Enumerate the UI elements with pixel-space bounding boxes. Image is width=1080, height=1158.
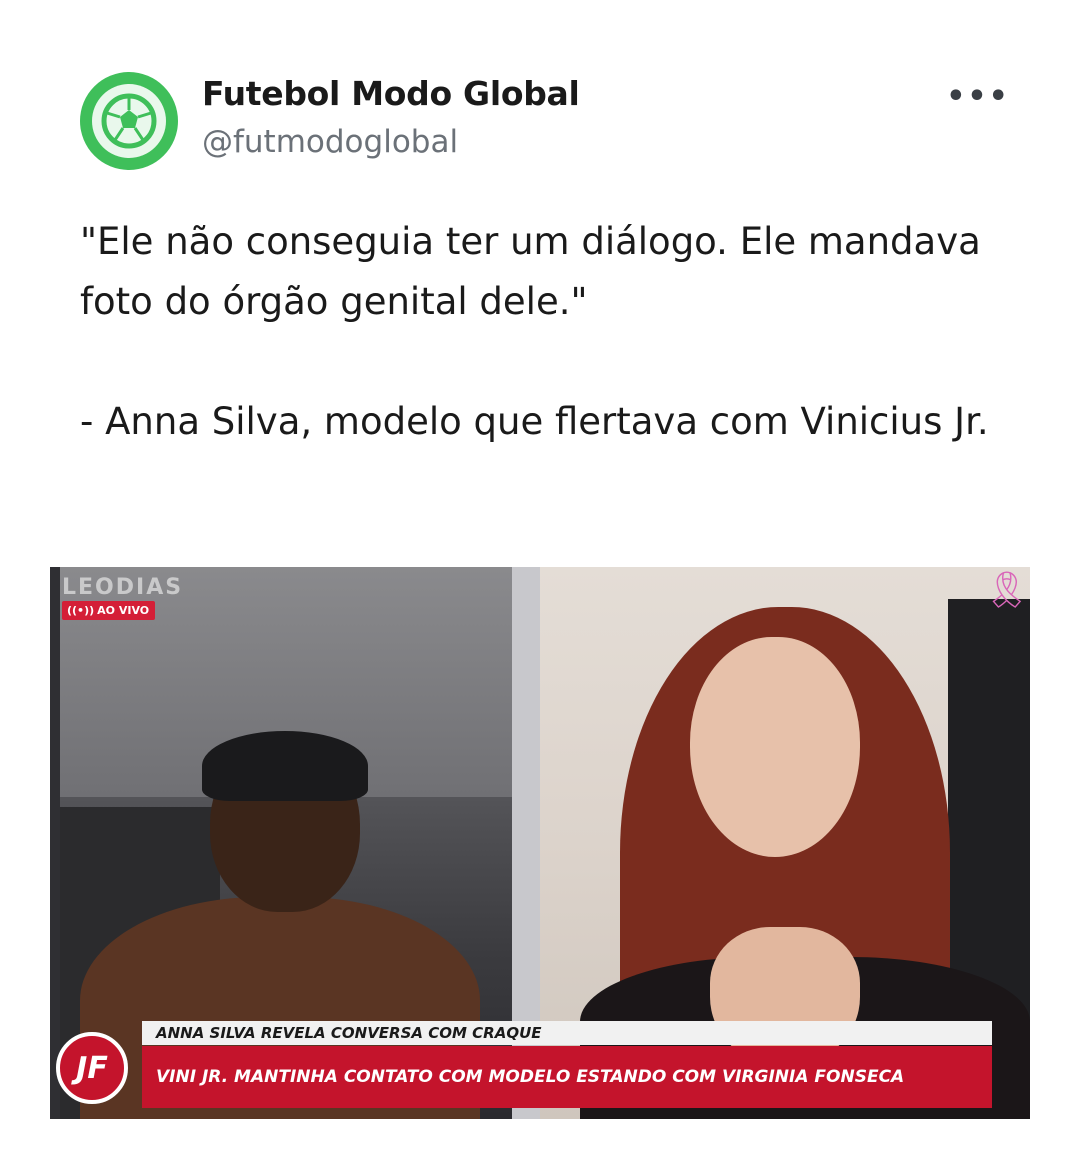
user-handle[interactable]: @futmodoglobal <box>202 124 458 160</box>
jf-logo: JF <box>56 1032 128 1104</box>
display-name[interactable]: Futebol Modo Global <box>202 74 580 113</box>
channel-logo: LEODIAS <box>62 575 184 600</box>
tweet-media-video[interactable]: LEODIAS ((•)) AO VIVO 🎗 ANNA SILVA REVEL… <box>50 567 1030 1119</box>
tweet-attribution: - Anna Silva, modelo que flertava com Vi… <box>80 400 989 443</box>
headline-top: ANNA SILVA REVELA CONVERSA COM CRAQUE <box>142 1021 992 1045</box>
live-badge-label: AO VIVO <box>97 604 150 617</box>
headline-main: VINI JR. MANTINHA CONTATO COM MODELO EST… <box>142 1046 992 1108</box>
live-badge: ((•)) AO VIVO <box>62 601 156 620</box>
broadcast-icon: ((•)) <box>67 604 95 617</box>
lower-third: ANNA SILVA REVELA CONVERSA COM CRAQUE VI… <box>50 1018 1030 1119</box>
soccer-ball-icon <box>92 84 166 158</box>
more-options-icon[interactable]: ••• <box>946 78 1008 114</box>
tweet-quote: "Ele não conseguia ter um diálogo. Ele m… <box>80 220 981 323</box>
tweet-text: "Ele não conseguia ter um diálogo. Ele m… <box>80 212 1010 452</box>
avatar[interactable] <box>80 72 178 170</box>
awareness-ribbon-icon: 🎗 <box>984 570 1030 611</box>
